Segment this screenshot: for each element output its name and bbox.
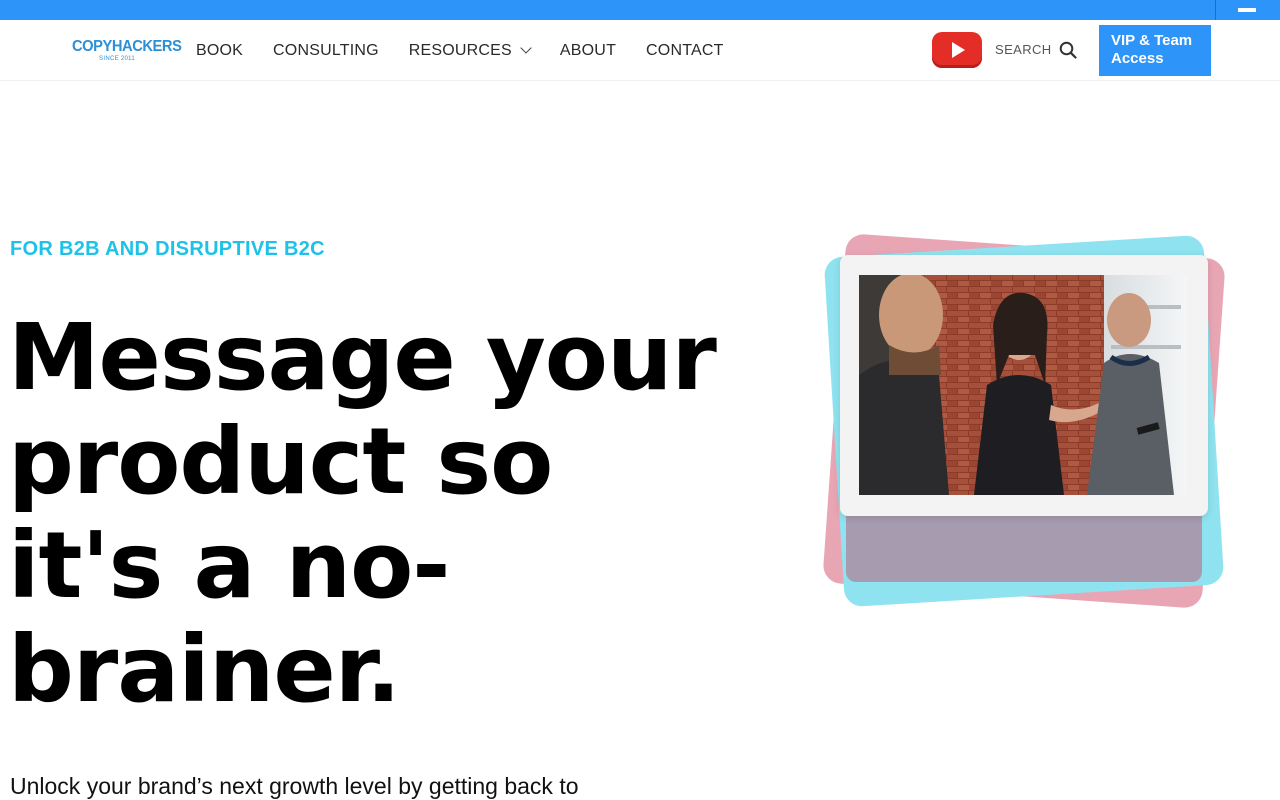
photo-illustration <box>859 275 1187 495</box>
site-header: COPYHACKERS SINCE 2011 BOOK CONSULTING R… <box>0 20 1280 81</box>
magnifier-icon[interactable] <box>1059 41 1077 59</box>
nav-item-book[interactable]: BOOK <box>196 42 243 60</box>
headline-line: product so <box>8 408 553 515</box>
hero-eyebrow: FOR B2B AND DISRUPTIVE B2C <box>10 238 325 260</box>
copyhackers-logo[interactable]: COPYHACKERS SINCE 2011 <box>72 38 182 64</box>
vip-team-access-button[interactable]: VIP & Team Access <box>1099 25 1211 76</box>
logo-wordmark: COPYHACKERS <box>72 38 182 55</box>
minimize-icon[interactable] <box>1238 8 1256 12</box>
play-triangle-icon <box>952 42 965 58</box>
logo-tagline: SINCE 2011 <box>99 56 135 62</box>
youtube-play-icon[interactable] <box>932 32 982 68</box>
headline-line: it's a no- <box>8 512 450 619</box>
nav-item-label: CONTACT <box>646 41 724 59</box>
hero-subtext: Unlock your brand’s next growth level by… <box>10 773 579 799</box>
nav-item-label: RESOURCES <box>408 41 512 59</box>
hero-headline: Message your product so it's a no- brain… <box>8 306 788 722</box>
main-nav: BOOK CONSULTING RESOURCES ABOUT CONTACT <box>196 20 754 81</box>
nav-item-resources[interactable]: RESOURCES <box>408 41 532 60</box>
nav-item-contact[interactable]: CONTACT <box>646 42 724 60</box>
headline-line: brainer. <box>8 616 401 723</box>
topbar-divider <box>1215 0 1216 20</box>
photo-frame <box>840 255 1208 516</box>
team-meeting-photo <box>859 275 1187 495</box>
nav-item-label: BOOK <box>196 41 244 59</box>
hero-media <box>820 232 1230 617</box>
nav-item-label: ABOUT <box>559 41 617 59</box>
search-label[interactable]: SEARCH <box>995 42 1052 57</box>
chevron-down-icon <box>520 41 532 54</box>
headline-line: Message your <box>8 304 717 411</box>
nav-item-label: CONSULTING <box>273 41 379 59</box>
nav-item-about[interactable]: ABOUT <box>560 42 616 60</box>
nav-item-consulting[interactable]: CONSULTING <box>273 42 379 60</box>
top-announcement-bar <box>0 0 1280 20</box>
